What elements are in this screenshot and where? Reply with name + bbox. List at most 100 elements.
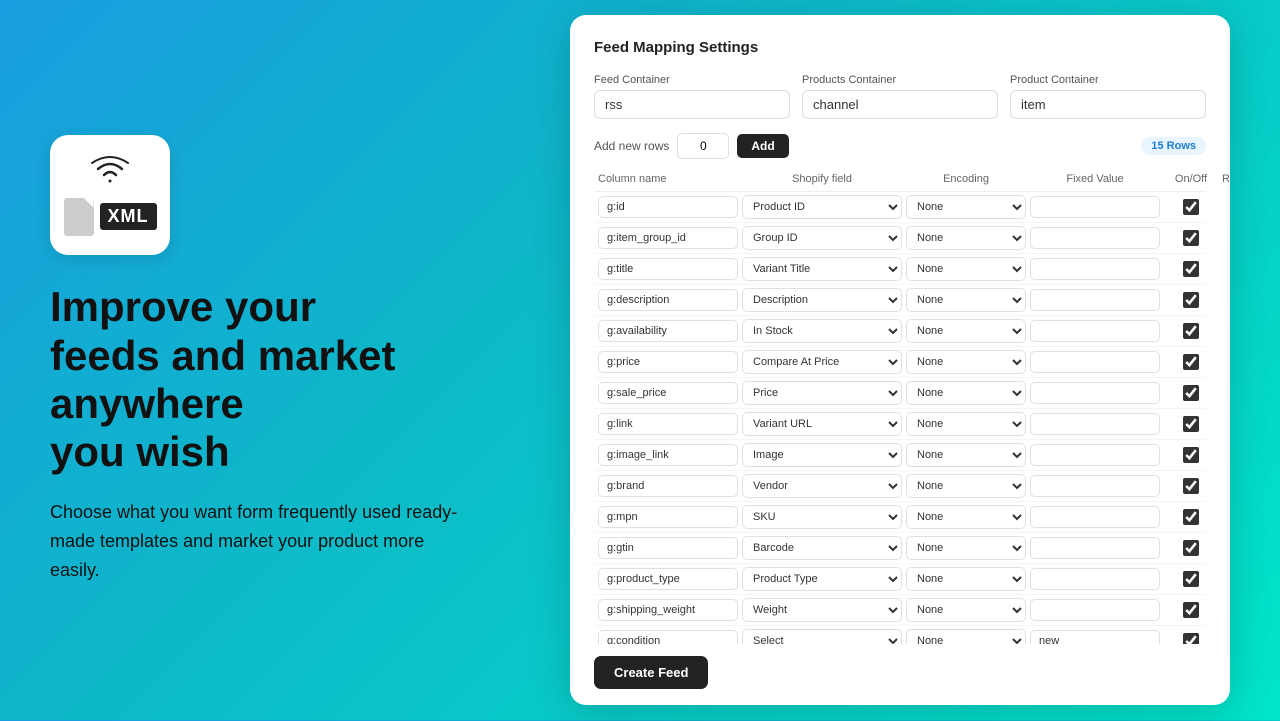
- checkbox-cell: [1164, 571, 1206, 587]
- fixed-value-input[interactable]: [1030, 351, 1160, 373]
- col-name-input[interactable]: [598, 413, 738, 435]
- create-feed-button[interactable]: Create Feed: [594, 656, 708, 689]
- shopify-field-select[interactable]: Product IDGroup IDVariant TitleDescripti…: [742, 474, 902, 498]
- shopify-field-select[interactable]: Product IDGroup IDVariant TitleDescripti…: [742, 257, 902, 281]
- shopify-field-select[interactable]: Product IDGroup IDVariant TitleDescripti…: [742, 505, 902, 529]
- col-name-input[interactable]: [598, 227, 738, 249]
- fixed-value-input[interactable]: [1030, 320, 1160, 342]
- checkbox-cell: [1164, 354, 1206, 370]
- encoding-select[interactable]: NoneUTF-8HTML Entities: [906, 412, 1026, 436]
- row-toggle[interactable]: [1183, 602, 1199, 618]
- col-name-input[interactable]: [598, 630, 738, 644]
- fixed-value-input[interactable]: [1030, 413, 1160, 435]
- table-row: Product IDGroup IDVariant TitleDescripti…: [594, 502, 1206, 533]
- shopify-field-select[interactable]: Product IDGroup IDVariant TitleDescripti…: [742, 567, 902, 591]
- col-name-input[interactable]: [598, 382, 738, 404]
- products-container-input[interactable]: [802, 90, 998, 119]
- row-toggle[interactable]: [1183, 323, 1199, 339]
- shopify-field-select[interactable]: Product IDGroup IDVariant TitleDescripti…: [742, 536, 902, 560]
- shopify-field-select[interactable]: Product IDGroup IDVariant TitleDescripti…: [742, 288, 902, 312]
- row-toggle[interactable]: [1183, 354, 1199, 370]
- encoding-select[interactable]: NoneUTF-8HTML Entities: [906, 350, 1026, 374]
- shopify-field-select[interactable]: Product IDGroup IDVariant TitleDescripti…: [742, 319, 902, 343]
- product-container-input[interactable]: [1010, 90, 1206, 119]
- row-toggle[interactable]: [1183, 540, 1199, 556]
- checkbox-cell: [1164, 602, 1206, 618]
- col-name-input[interactable]: [598, 258, 738, 280]
- feed-container-input[interactable]: [594, 90, 790, 119]
- shopify-field-select[interactable]: Product IDGroup IDVariant TitleDescripti…: [742, 412, 902, 436]
- encoding-select[interactable]: NoneUTF-8HTML Entities: [906, 381, 1026, 405]
- encoding-select[interactable]: NoneUTF-8HTML Entities: [906, 567, 1026, 591]
- encoding-select[interactable]: NoneUTF-8HTML Entities: [906, 288, 1026, 312]
- row-toggle[interactable]: [1183, 416, 1199, 432]
- checkbox-cell: [1164, 261, 1206, 277]
- fixed-value-input[interactable]: [1030, 475, 1160, 497]
- fixed-value-input[interactable]: [1030, 599, 1160, 621]
- row-toggle[interactable]: [1183, 199, 1199, 215]
- col-name-input[interactable]: [598, 351, 738, 373]
- fixed-value-input[interactable]: [1030, 568, 1160, 590]
- shopify-field-select[interactable]: Product IDGroup IDVariant TitleDescripti…: [742, 629, 902, 644]
- col-name-input[interactable]: [598, 444, 738, 466]
- fixed-value-input[interactable]: [1030, 196, 1160, 218]
- checkbox-cell: [1164, 199, 1206, 215]
- encoding-select[interactable]: NoneUTF-8HTML Entities: [906, 443, 1026, 467]
- fixed-value-input[interactable]: [1030, 506, 1160, 528]
- checkbox-cell: [1164, 633, 1206, 644]
- row-toggle[interactable]: [1183, 571, 1199, 587]
- table-row: Product IDGroup IDVariant TitleDescripti…: [594, 471, 1206, 502]
- fixed-value-input[interactable]: [1030, 382, 1160, 404]
- encoding-select[interactable]: NoneUTF-8HTML Entities: [906, 226, 1026, 250]
- fixed-value-input[interactable]: [1030, 258, 1160, 280]
- encoding-select[interactable]: NoneUTF-8HTML Entities: [906, 195, 1026, 219]
- row-toggle[interactable]: [1183, 261, 1199, 277]
- encoding-select[interactable]: NoneUTF-8HTML Entities: [906, 536, 1026, 560]
- encoding-select[interactable]: NoneUTF-8HTML Entities: [906, 474, 1026, 498]
- encoding-select[interactable]: NoneUTF-8HTML Entities: [906, 319, 1026, 343]
- row-toggle[interactable]: [1183, 230, 1199, 246]
- fixed-value-input[interactable]: [1030, 227, 1160, 249]
- shopify-field-select[interactable]: Product IDGroup IDVariant TitleDescripti…: [742, 195, 902, 219]
- col-name-input[interactable]: [598, 289, 738, 311]
- shopify-field-select[interactable]: Product IDGroup IDVariant TitleDescripti…: [742, 381, 902, 405]
- container-row: Feed Container Products Container Produc…: [594, 74, 1206, 119]
- table-body: Product IDGroup IDVariant TitleDescripti…: [594, 192, 1206, 644]
- encoding-select[interactable]: NoneUTF-8HTML Entities: [906, 257, 1026, 281]
- encoding-select[interactable]: NoneUTF-8HTML Entities: [906, 629, 1026, 644]
- row-toggle[interactable]: [1183, 509, 1199, 525]
- product-container-group: Product Container: [1010, 74, 1206, 119]
- feed-container-label: Feed Container: [594, 74, 790, 86]
- shopify-field-select[interactable]: Product IDGroup IDVariant TitleDescripti…: [742, 443, 902, 467]
- encoding-select[interactable]: NoneUTF-8HTML Entities: [906, 598, 1026, 622]
- row-toggle[interactable]: [1183, 633, 1199, 644]
- col-name-input[interactable]: [598, 599, 738, 621]
- checkbox-cell: [1164, 416, 1206, 432]
- row-toggle[interactable]: [1183, 478, 1199, 494]
- col-name-input[interactable]: [598, 506, 738, 528]
- fixed-value-input[interactable]: [1030, 289, 1160, 311]
- add-rows-input[interactable]: [677, 133, 729, 159]
- row-toggle[interactable]: [1183, 447, 1199, 463]
- col-name-input[interactable]: [598, 568, 738, 590]
- shopify-field-select[interactable]: Product IDGroup IDVariant TitleDescripti…: [742, 226, 902, 250]
- fixed-value-input[interactable]: [1030, 444, 1160, 466]
- checkbox-cell: [1164, 447, 1206, 463]
- col-name-input[interactable]: [598, 475, 738, 497]
- table-row: Product IDGroup IDVariant TitleDescripti…: [594, 223, 1206, 254]
- add-rows-button[interactable]: Add: [737, 134, 788, 158]
- checkbox-cell: [1164, 292, 1206, 308]
- row-toggle[interactable]: [1183, 385, 1199, 401]
- row-toggle[interactable]: [1183, 292, 1199, 308]
- col-name-input[interactable]: [598, 537, 738, 559]
- col-header-name: Column name: [598, 173, 738, 185]
- shopify-field-select[interactable]: Product IDGroup IDVariant TitleDescripti…: [742, 350, 902, 374]
- shopify-field-select[interactable]: Product IDGroup IDVariant TitleDescripti…: [742, 598, 902, 622]
- checkbox-cell: [1164, 540, 1206, 556]
- col-name-input[interactable]: [598, 196, 738, 218]
- fixed-value-input[interactable]: [1030, 630, 1160, 644]
- fixed-value-input[interactable]: [1030, 537, 1160, 559]
- xml-label: XML: [100, 203, 157, 230]
- encoding-select[interactable]: NoneUTF-8HTML Entities: [906, 505, 1026, 529]
- col-name-input[interactable]: [598, 320, 738, 342]
